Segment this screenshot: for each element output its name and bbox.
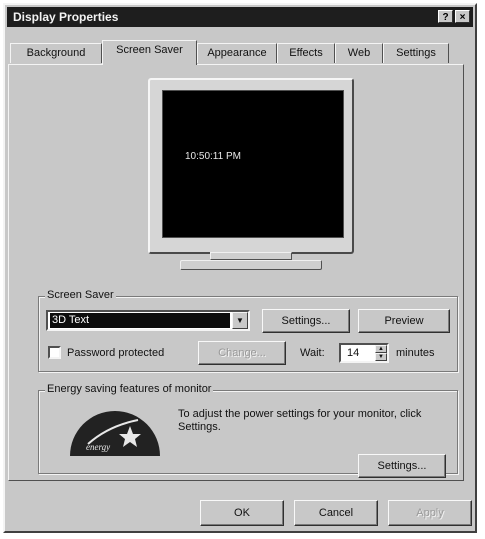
minutes-label: minutes [396, 347, 435, 359]
close-button[interactable]: × [455, 10, 470, 23]
help-button[interactable]: ? [438, 10, 453, 23]
tab-effects[interactable]: Effects [277, 43, 335, 63]
wait-value[interactable]: 14 [347, 347, 359, 359]
password-label: Password protected [67, 347, 165, 359]
svg-text:energy: energy [86, 442, 110, 452]
spin-up-icon[interactable]: ▲ [375, 345, 387, 353]
apply-button[interactable]: Apply [388, 500, 472, 526]
monitor-stand-base [180, 260, 322, 270]
wait-spinner[interactable]: 14 ▲ ▼ [339, 343, 389, 363]
tab-settings[interactable]: Settings [383, 43, 449, 63]
energy-star-icon: energy [68, 406, 162, 458]
ok-button[interactable]: OK [200, 500, 284, 526]
preview-clock: 10:50:11 PM [185, 151, 241, 162]
energy-group-label: Energy saving features of monitor [45, 383, 214, 395]
screen-saver-selected: 3D Text [50, 313, 230, 328]
preview-screen: 10:50:11 PM [162, 90, 344, 238]
tab-screen-saver[interactable]: Screen Saver [102, 40, 197, 65]
window-title: Display Properties [13, 10, 119, 24]
monitor-preview: 10:50:11 PM [148, 78, 354, 254]
title-bar[interactable]: Display Properties ? × [7, 7, 473, 27]
energy-settings-button[interactable]: Settings... [358, 454, 446, 478]
wait-label: Wait: [300, 347, 325, 359]
screen-saver-select[interactable]: 3D Text ▼ [46, 310, 250, 331]
change-password-button[interactable]: Change... [198, 341, 286, 365]
password-checkbox[interactable] [48, 346, 61, 359]
energy-description: To adjust the power settings for your mo… [178, 408, 422, 433]
spin-down-icon[interactable]: ▼ [375, 353, 387, 361]
screen-saver-group-label: Screen Saver [45, 289, 116, 301]
chevron-down-icon[interactable]: ▼ [232, 312, 248, 329]
preview-button[interactable]: Preview [358, 309, 450, 333]
tab-background[interactable]: Background [10, 43, 102, 63]
tab-web[interactable]: Web [335, 43, 383, 63]
tab-appearance[interactable]: Appearance [197, 43, 277, 63]
monitor-stand-neck [210, 252, 292, 260]
cancel-button[interactable]: Cancel [294, 500, 378, 526]
screen-saver-settings-button[interactable]: Settings... [262, 309, 350, 333]
